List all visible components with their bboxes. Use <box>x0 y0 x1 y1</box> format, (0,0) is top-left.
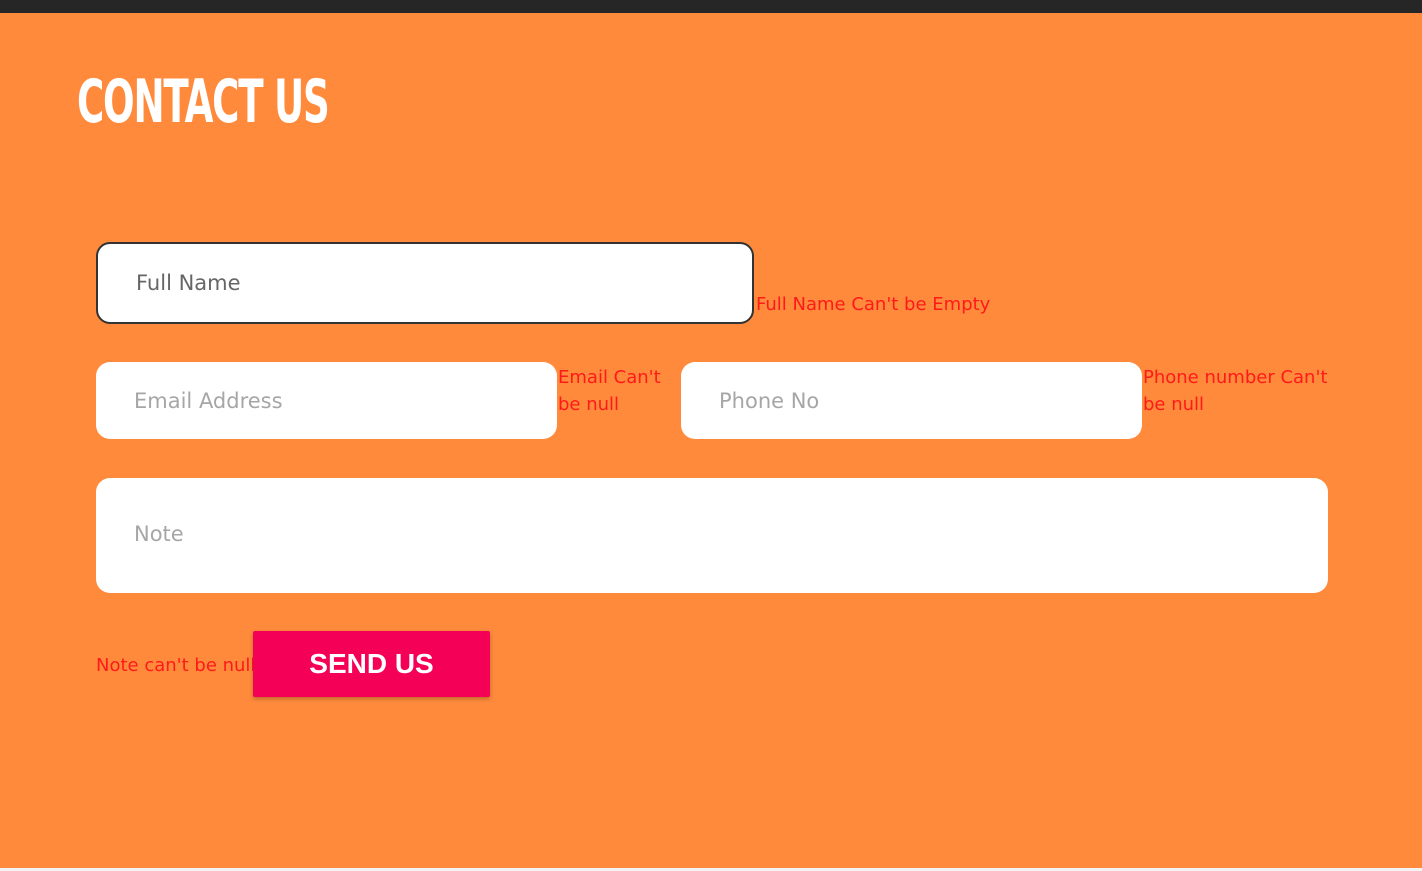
full-name-error: Full Name Can't be Empty <box>756 294 991 315</box>
phone-input[interactable] <box>681 362 1142 439</box>
phone-error: Phone number Can't be null <box>1143 367 1328 415</box>
send-button[interactable]: SEND US <box>253 631 490 697</box>
page-title: Contact Us <box>77 67 330 137</box>
top-bar <box>0 0 1422 13</box>
email-error: Email Can't be null <box>558 367 661 415</box>
note-error: Note can't be null <box>96 655 256 676</box>
full-name-input[interactable] <box>96 242 754 324</box>
email-input[interactable] <box>96 362 557 439</box>
note-textarea[interactable] <box>96 478 1328 593</box>
